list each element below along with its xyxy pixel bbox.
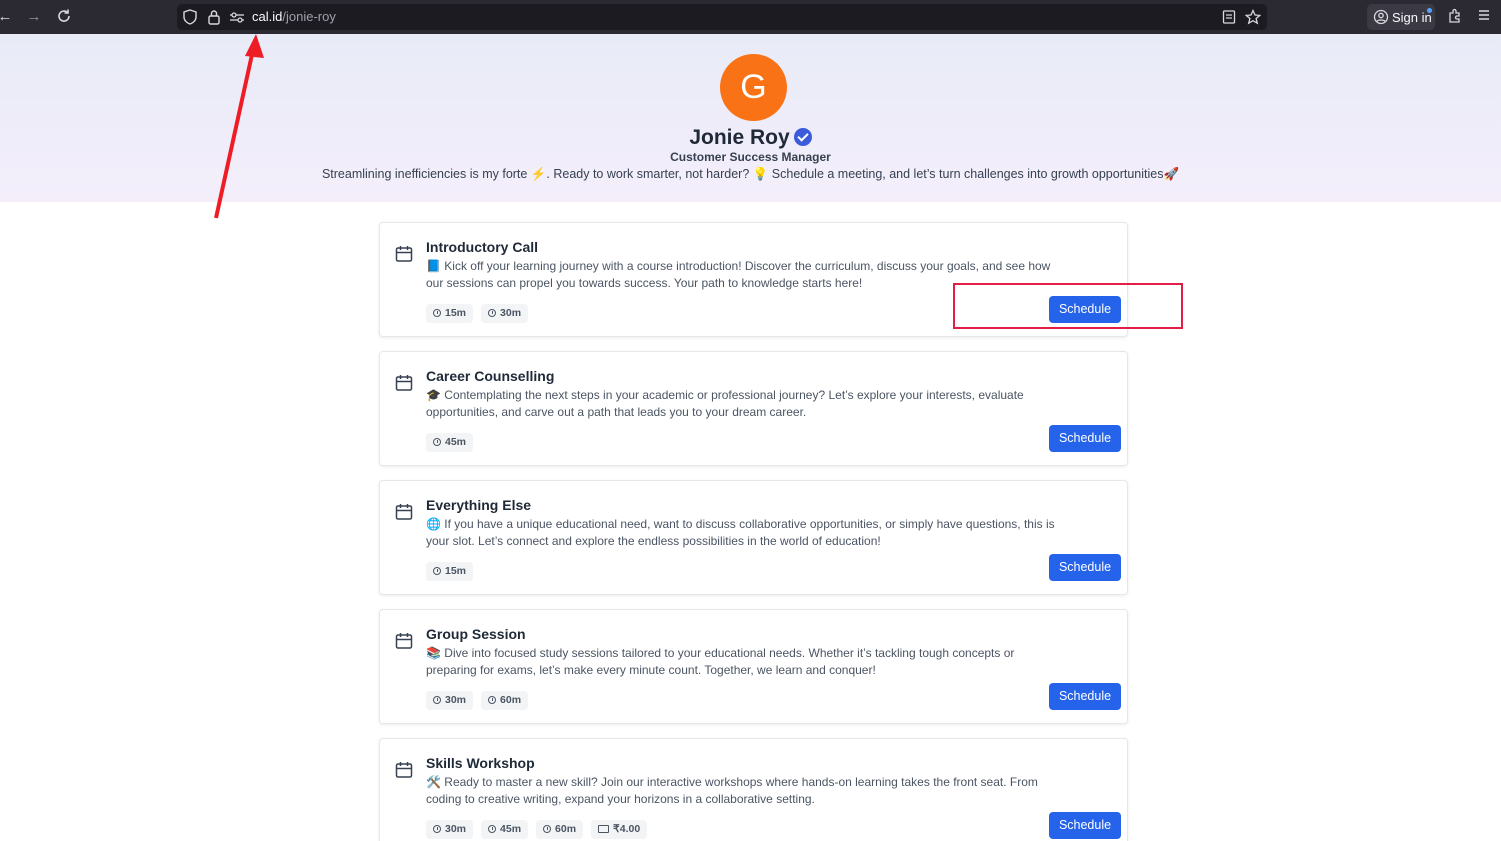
clock-icon xyxy=(433,438,441,446)
clock-icon xyxy=(433,825,441,833)
duration-badge: 45m xyxy=(481,820,529,839)
duration-badge: 45m xyxy=(426,433,474,452)
duration-badges: 45m xyxy=(426,433,474,452)
forward-icon[interactable]: → xyxy=(25,8,43,26)
duration-text: 45m xyxy=(500,823,522,835)
profile-role: Customer Success Manager xyxy=(670,150,831,164)
duration-badge: 30m xyxy=(481,304,529,323)
schedule-button[interactable]: Schedule xyxy=(1049,425,1121,452)
profile-bio: Streamlining inefficiencies is my forte … xyxy=(321,167,1180,181)
profile-name: Jonie Roy xyxy=(0,126,1501,150)
clock-icon xyxy=(433,567,441,575)
calendar-icon xyxy=(395,503,413,521)
duration-badge: 60m xyxy=(536,820,584,839)
sign-in-label: Sign in xyxy=(1392,10,1432,25)
duration-badge: 15m xyxy=(426,304,474,323)
avatar: G xyxy=(720,54,787,121)
duration-badge: 60m xyxy=(481,691,529,710)
event-title[interactable]: Skills Workshop xyxy=(426,755,535,771)
reload-icon[interactable] xyxy=(55,8,73,26)
notification-dot xyxy=(1427,8,1432,13)
duration-text: 30m xyxy=(445,823,467,835)
url-host: cal.id xyxy=(252,9,283,24)
event-card[interactable]: Skills Workshop 🛠️ Ready to master a new … xyxy=(379,738,1128,841)
credit-card-icon xyxy=(598,825,610,833)
event-card[interactable]: Career Counselling 🎓 Contemplating the ne… xyxy=(379,351,1128,466)
bookmark-star-icon[interactable] xyxy=(1244,8,1262,25)
duration-badges: 15m xyxy=(426,562,474,581)
clock-icon xyxy=(488,309,497,317)
event-card[interactable]: Group Session 📚 Dive into focused study s… xyxy=(379,609,1128,724)
url-text[interactable]: cal.id/jonie-roy xyxy=(252,9,336,24)
sign-in-button[interactable]: Sign in xyxy=(1367,4,1435,30)
duration-badge: 30m xyxy=(426,820,474,839)
back-icon[interactable]: ← xyxy=(0,8,14,26)
event-title[interactable]: Group Session xyxy=(426,626,526,642)
reader-view-icon[interactable] xyxy=(1222,9,1238,25)
address-bar[interactable]: cal.id/jonie-roy xyxy=(177,4,1267,30)
duration-text: 30m xyxy=(500,307,522,319)
duration-text: 15m xyxy=(445,307,467,319)
calendar-icon xyxy=(395,761,413,779)
account-icon xyxy=(1373,9,1389,25)
price-badge: ₹4.00 xyxy=(591,820,648,839)
event-title[interactable]: Career Counselling xyxy=(426,368,554,384)
annotation-highlight-box xyxy=(953,283,1183,329)
event-description: 🌐 If you have a unique educational need,… xyxy=(426,517,1055,548)
calendar-icon xyxy=(395,632,413,650)
extensions-icon[interactable] xyxy=(1446,8,1464,26)
schedule-button[interactable]: Schedule xyxy=(1049,683,1121,710)
duration-text: 45m xyxy=(445,436,467,448)
page-content: G Jonie Roy Customer Success Manager Str… xyxy=(0,34,1501,841)
duration-badges: 30m 45m 60m ₹4.00 xyxy=(426,820,648,839)
clock-icon xyxy=(488,825,497,833)
duration-badge: 15m xyxy=(426,562,474,581)
duration-text: 15m xyxy=(445,565,467,577)
duration-badges: 30m 60m xyxy=(426,691,529,710)
event-description: 📚 Dive into focused study sessions tailo… xyxy=(426,646,1015,677)
duration-text: 30m xyxy=(445,694,467,706)
calendar-icon xyxy=(395,245,413,263)
schedule-button[interactable]: Schedule xyxy=(1049,554,1121,581)
profile-header: G Jonie Roy Customer Success Manager Str… xyxy=(0,34,1501,202)
event-title[interactable]: Everything Else xyxy=(426,497,531,513)
lock-icon[interactable] xyxy=(207,9,223,25)
menu-icon[interactable] xyxy=(1475,8,1493,26)
shield-icon[interactable] xyxy=(183,9,199,25)
duration-text: 60m xyxy=(555,823,577,835)
price-text: ₹4.00 xyxy=(613,823,641,835)
duration-badge: 30m xyxy=(426,691,474,710)
url-path: /jonie-roy xyxy=(282,9,336,24)
duration-text: 60m xyxy=(500,694,522,706)
schedule-button[interactable]: Schedule xyxy=(1049,812,1121,839)
event-description: 🛠️ Ready to master a new skill? Join our… xyxy=(426,775,1038,806)
clock-icon xyxy=(488,696,497,704)
clock-icon xyxy=(433,696,441,704)
verified-badge-icon xyxy=(793,128,812,146)
event-description: 🎓 Contemplating the next steps in your a… xyxy=(426,388,1024,419)
browser-toolbar: ← → cal.id/jonie-roy Sign in xyxy=(0,0,1501,34)
site-settings-icon[interactable] xyxy=(229,9,245,25)
profile-name-text: Jonie Roy xyxy=(689,126,790,149)
calendar-icon xyxy=(395,374,413,392)
clock-icon xyxy=(433,309,441,317)
duration-badges: 15m 30m xyxy=(426,304,529,323)
clock-icon xyxy=(543,825,552,833)
event-title[interactable]: Introductory Call xyxy=(426,239,538,255)
event-card[interactable]: Everything Else 🌐 If you have a unique ed… xyxy=(379,480,1128,595)
